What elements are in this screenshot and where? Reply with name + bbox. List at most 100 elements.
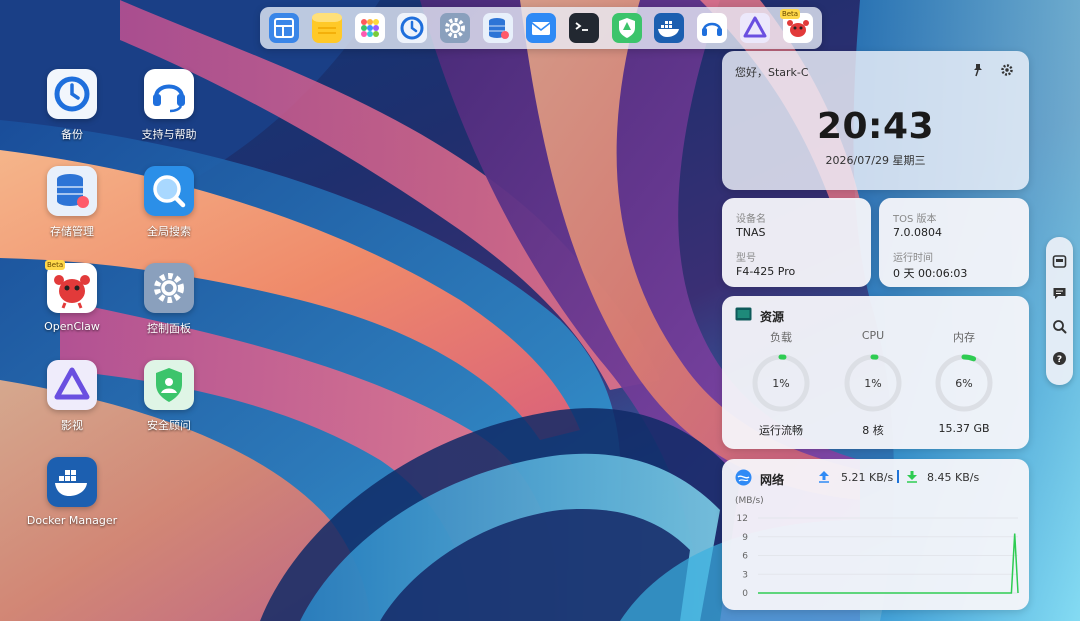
- gauge-value: 1%: [772, 377, 789, 390]
- desktop-icon-label: OpenClaw: [44, 320, 100, 333]
- search-button[interactable]: [1052, 319, 1067, 334]
- dock-item-notes[interactable]: [311, 12, 343, 44]
- gauge-title: 负载: [770, 331, 792, 344]
- gauge-ring: 1%: [752, 354, 810, 412]
- desktop-icon-docker-manager[interactable]: Docker Manager: [24, 457, 120, 527]
- device-name-value: TNAS: [736, 226, 766, 239]
- network-series-line: [758, 533, 1019, 594]
- gear-icon: [440, 13, 471, 43]
- model-label: 型号: [736, 253, 756, 264]
- mail-icon: [525, 13, 556, 43]
- gauge-title: 内存: [953, 331, 975, 344]
- shield-icon: [611, 13, 642, 43]
- y-tick-label: 9: [742, 533, 748, 543]
- tos-version-value: 7.0.0804: [893, 226, 942, 239]
- backup-clock-icon: [47, 69, 97, 119]
- dock-item-control-panel[interactable]: [439, 12, 471, 44]
- desktop-icon-label: 全局搜索: [147, 225, 191, 238]
- headset-icon: [144, 69, 194, 119]
- docker-icon: [654, 13, 685, 43]
- y-tick-label: 0: [742, 589, 748, 599]
- globe-icon: [735, 469, 752, 486]
- greeting-text: 您好，Stark-C: [735, 66, 809, 79]
- y-tick-label: 6: [742, 552, 748, 562]
- media-triangle-icon: [740, 13, 771, 43]
- terminal-icon: [568, 13, 599, 43]
- memory-gauge: 内存 6% 15.37 GB: [924, 329, 1004, 435]
- beta-badge: Beta: [779, 9, 801, 19]
- clock-widget: 您好，Stark-C 20:43 2026/07/29 星期三: [722, 51, 1029, 190]
- search-icon: [1053, 320, 1067, 334]
- dock-item-media[interactable]: [739, 12, 771, 44]
- resources-widget: 资源 负载 1% 运行流畅 CPU 1% 8 核 内存 6% 15.37 GB: [722, 296, 1029, 449]
- widget-button[interactable]: [1052, 254, 1067, 269]
- widget-icon: [1052, 255, 1067, 268]
- divider: [897, 470, 899, 483]
- dock-item-storage[interactable]: [482, 12, 514, 44]
- svg-text:?: ?: [1057, 355, 1062, 365]
- desktop-icon-global-search[interactable]: 全局搜索: [121, 166, 217, 239]
- dock-item-terminal[interactable]: [568, 12, 600, 44]
- monitor-icon: [735, 307, 752, 321]
- backup-clock-icon: [397, 13, 428, 43]
- desktop-icon-backup[interactable]: 备份: [24, 69, 120, 142]
- gauge-title: CPU: [861, 329, 885, 342]
- load-gauge: 负载 1% 运行流畅: [741, 329, 821, 438]
- messages-button[interactable]: [1052, 286, 1067, 301]
- resources-title: 资源: [760, 310, 785, 324]
- shield-icon: [144, 360, 194, 410]
- desktop-icon-security[interactable]: 安全顾问: [121, 360, 217, 433]
- storage-icon: [47, 166, 97, 216]
- dock-item-openclaw[interactable]: Beta: [779, 9, 814, 44]
- storage-icon: [483, 13, 514, 43]
- dock-item-app-center[interactable]: [354, 12, 386, 44]
- quick-sidebar: ?: [1046, 237, 1073, 385]
- upload-speed: 5.21 KB/s: [841, 471, 894, 484]
- help-button[interactable]: ?: [1052, 351, 1067, 366]
- gauge-subtitle: 8 核: [862, 424, 884, 437]
- pin-icon[interactable]: [971, 63, 985, 77]
- gauge-subtitle: 15.37 GB: [938, 422, 990, 435]
- gear-icon: [144, 263, 194, 313]
- desktop-icon-media[interactable]: 影视: [24, 360, 120, 433]
- uptime-label: 运行时间: [893, 253, 933, 264]
- dock-item-support[interactable]: [696, 12, 728, 44]
- network-widget: 网络 5.21 KB/s 8.45 KB/s (MB/s) 12 9 6 3 0: [722, 459, 1029, 610]
- dock-item-security[interactable]: [611, 12, 643, 44]
- desktop-icon-control-panel[interactable]: 控制面板: [121, 263, 217, 336]
- network-title: 网络: [760, 473, 785, 487]
- device-name-label: 设备名: [736, 214, 766, 225]
- network-chart: 12 9 6 3 0: [737, 514, 1019, 599]
- desktop-icon-label: 影视: [61, 419, 83, 432]
- desktop-icon-label: 控制面板: [147, 322, 191, 335]
- dock-item-docker[interactable]: [653, 12, 685, 44]
- dock-item-backup[interactable]: [396, 12, 428, 44]
- download-arrow-icon: [907, 471, 917, 483]
- crab-icon: [47, 263, 97, 313]
- upload-arrow-icon: [819, 471, 829, 483]
- desktop-icon-support[interactable]: 支持与帮助: [121, 69, 217, 142]
- gauge-ring: 1%: [844, 354, 902, 412]
- model-value: F4-425 Pro: [736, 265, 796, 278]
- desktop-icon-storage[interactable]: 存储管理: [24, 166, 120, 239]
- dock-item-file-manager[interactable]: [268, 12, 300, 44]
- notes-icon: [311, 13, 342, 43]
- uptime-value: 0 天 00:06:03: [893, 267, 968, 280]
- dock-item-mail[interactable]: [525, 12, 557, 44]
- gauge-subtitle: 运行流畅: [759, 424, 803, 437]
- docker-icon: [47, 457, 97, 507]
- message-icon: [1053, 288, 1066, 299]
- desktop-icon-label: Docker Manager: [26, 514, 118, 527]
- network-unit-label: (MB/s): [735, 496, 764, 506]
- headset-icon: [697, 13, 728, 43]
- cpu-gauge: CPU 1% 8 核: [833, 329, 913, 438]
- desktop-icon-openclaw[interactable]: Beta OpenClaw: [24, 260, 120, 333]
- help-icon: ?: [1053, 352, 1066, 365]
- settings-gear-icon[interactable]: [1000, 63, 1014, 77]
- gauge-value: 6%: [955, 377, 972, 390]
- desktop-icon-label: 支持与帮助: [141, 128, 197, 141]
- gauge-ring: 6%: [935, 354, 993, 412]
- clock-date: 2026/07/29 星期三: [825, 154, 926, 167]
- download-speed: 8.45 KB/s: [927, 471, 980, 484]
- desktop-icon-label: 安全顾问: [147, 419, 191, 432]
